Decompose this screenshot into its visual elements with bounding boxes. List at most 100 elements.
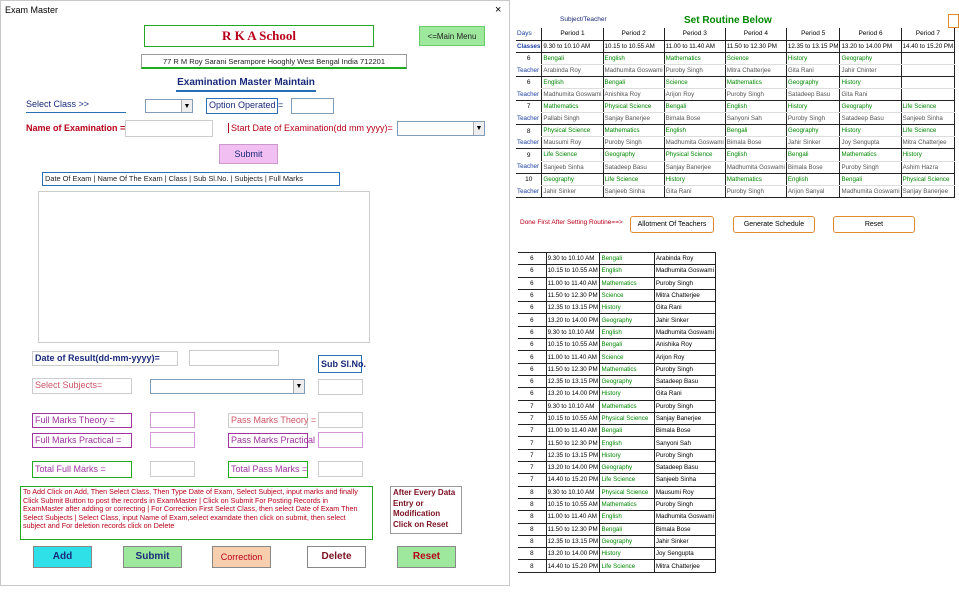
schedule-subject[interactable]: Physical Science [599, 485, 655, 499]
subject-cell[interactable]: Geography [839, 100, 902, 114]
schedule-class[interactable]: 7 [518, 424, 547, 438]
schedule-time[interactable]: 10.15 to 10.55 AM [545, 497, 601, 512]
schedule-class[interactable]: 6 [518, 251, 547, 266]
schedule-teacher[interactable]: Bimala Bose [653, 424, 717, 438]
subject-cell[interactable] [900, 52, 955, 65]
subject-cell[interactable]: Physical Science [900, 173, 955, 186]
period-time[interactable]: 13.20 to 14.00 PM [839, 40, 902, 53]
start-date-combo[interactable]: ▼ [397, 121, 485, 136]
schedule-teacher[interactable]: Arabinda Roy [653, 251, 717, 266]
subject-cell[interactable]: Physical Science [602, 100, 665, 114]
schedule-time[interactable]: 11.00 to 11.40 AM [545, 350, 601, 364]
schedule-class[interactable]: 7 [518, 461, 547, 475]
correction-button[interactable]: Correction [212, 546, 271, 568]
subject-cell[interactable]: Life Science [900, 100, 955, 114]
period-header[interactable]: Period 2 [602, 28, 665, 41]
subject-cell[interactable]: English [602, 52, 665, 65]
schedule-class[interactable]: 6 [518, 276, 547, 290]
schedule-subject[interactable]: Science [599, 350, 655, 364]
schedule-subject[interactable]: Bengali [599, 522, 655, 536]
teacher-cell[interactable]: Mausumi Roy [541, 136, 604, 150]
schedule-teacher[interactable]: Puroby Singh [653, 399, 717, 413]
teacher-cell[interactable]: Jahir Sinker [541, 185, 604, 198]
teacher-cell[interactable]: Sanjeeb Sinha [900, 112, 955, 126]
teacher-cell[interactable]: Mitra Chatterjee [900, 136, 955, 150]
schedule-time[interactable]: 11.00 to 11.40 AM [545, 424, 601, 438]
schedule-subject[interactable]: Bengali [599, 251, 655, 266]
schedule-subject[interactable]: Geography [599, 461, 655, 475]
schedule-time[interactable]: 13.20 to 14.00 PM [545, 547, 601, 561]
period-time[interactable]: 9.30 to 10.10 AM [541, 40, 604, 53]
total-pass-marks-field[interactable] [318, 461, 363, 477]
schedule-class[interactable]: 7 [518, 448, 547, 463]
subject-cell[interactable]: Geography [785, 76, 840, 89]
subject-cell[interactable]: Life Science [602, 173, 665, 186]
subject-cell[interactable]: Mathematics [541, 100, 604, 114]
subject-cell[interactable]: Mathematics [724, 76, 787, 89]
schedule-class[interactable]: 6 [518, 301, 547, 315]
schedule-class[interactable]: 7 [518, 399, 547, 413]
period-time[interactable]: 14.40 to 15.20 PM [900, 40, 955, 53]
schedule-time[interactable]: 9.30 to 10.10 AM [545, 485, 601, 499]
classes-label[interactable]: Classes [516, 40, 542, 53]
teacher-cell[interactable]: Puroby Singh [785, 112, 840, 126]
schedule-subject[interactable]: Mathematics [599, 276, 655, 290]
schedule-teacher[interactable]: Satadeep Basu [653, 461, 717, 475]
exam-records-list[interactable] [38, 191, 370, 343]
subject-cell[interactable]: Life Science [541, 148, 604, 162]
teacher-cell[interactable]: Madhumita Goswami [663, 136, 726, 150]
schedule-time[interactable]: 11.50 to 12.30 PM [545, 522, 601, 536]
teacher-cell[interactable] [900, 64, 955, 77]
period-header[interactable]: Period 1 [541, 28, 604, 41]
schedule-teacher[interactable]: Satadeep Basu [653, 374, 717, 389]
schedule-teacher[interactable]: Gita Rani [653, 301, 717, 315]
schedule-class[interactable]: 6 [518, 288, 547, 303]
subject-cell[interactable]: Geography [785, 124, 840, 138]
schedule-time[interactable]: 13.20 to 14.00 PM [545, 387, 601, 401]
schedule-subject[interactable]: Physical Science [599, 411, 655, 426]
subject-cell[interactable]: Bengali [839, 173, 902, 186]
schedule-time[interactable]: 10.15 to 10.55 AM [545, 264, 601, 278]
teacher-label[interactable]: Teacher [516, 136, 542, 150]
teacher-cell[interactable]: Jahir Chinter [839, 64, 902, 77]
period-header[interactable]: Period 7 [900, 28, 955, 41]
schedule-class[interactable]: 6 [518, 313, 547, 327]
schedule-subject[interactable]: History [599, 448, 655, 463]
subject-cell[interactable]: Science [724, 52, 787, 65]
schedule-subject[interactable]: Geography [599, 313, 655, 327]
teacher-cell[interactable]: Puroby Singh [663, 64, 726, 77]
schedule-time[interactable]: 11.00 to 11.40 AM [545, 510, 601, 524]
teacher-cell[interactable]: Joy Sengupta [839, 136, 902, 150]
schedule-time[interactable]: 14.40 to 15.20 PM [545, 559, 601, 573]
schedule-teacher[interactable]: Madhumita Goswami [653, 325, 717, 340]
submit-top-button[interactable]: Submit [219, 144, 278, 164]
schedule-class[interactable]: 8 [518, 534, 547, 549]
schedule-time[interactable]: 11.50 to 12.30 PM [545, 288, 601, 303]
schedule-class[interactable]: 6 [518, 350, 547, 364]
schedule-teacher[interactable]: Sanyoni Sah [653, 436, 717, 450]
period-header[interactable]: Period 4 [724, 28, 787, 41]
schedule-teacher[interactable]: Puroby Singh [653, 276, 717, 290]
teacher-cell[interactable]: Sanjay Banerjee [663, 161, 726, 174]
schedule-teacher[interactable]: Mitra Chatterjee [653, 288, 717, 303]
schedule-teacher[interactable]: Puroby Singh [653, 362, 717, 376]
schedule-teacher[interactable]: Jahir Sinker [653, 313, 717, 327]
schedule-class[interactable]: 8 [518, 510, 547, 524]
teacher-cell[interactable]: Arijon Roy [663, 88, 726, 102]
schedule-class[interactable]: 7 [518, 436, 547, 450]
teacher-cell[interactable]: Gita Rani [839, 88, 902, 102]
class-number[interactable]: 10 [516, 173, 542, 185]
full-marks-practical-field[interactable] [150, 432, 195, 448]
schedule-subject[interactable]: Geography [599, 534, 655, 549]
teacher-cell[interactable]: Madhumita Goswami [541, 88, 604, 102]
teacher-cell[interactable]: Sanjeeb Sinha [541, 161, 604, 174]
schedule-subject[interactable]: English [599, 264, 655, 278]
option-operated-field[interactable] [291, 98, 334, 114]
subject-cell[interactable]: English [541, 76, 604, 89]
total-full-marks-field[interactable] [150, 461, 195, 477]
teacher-cell[interactable]: Madhumita Goswami [602, 64, 665, 77]
teacher-cell[interactable]: Anishika Roy [602, 88, 665, 102]
pass-marks-theory-field[interactable] [318, 412, 363, 428]
schedule-subject[interactable]: Science [599, 288, 655, 303]
subject-cell[interactable]: Bengali [724, 124, 787, 138]
